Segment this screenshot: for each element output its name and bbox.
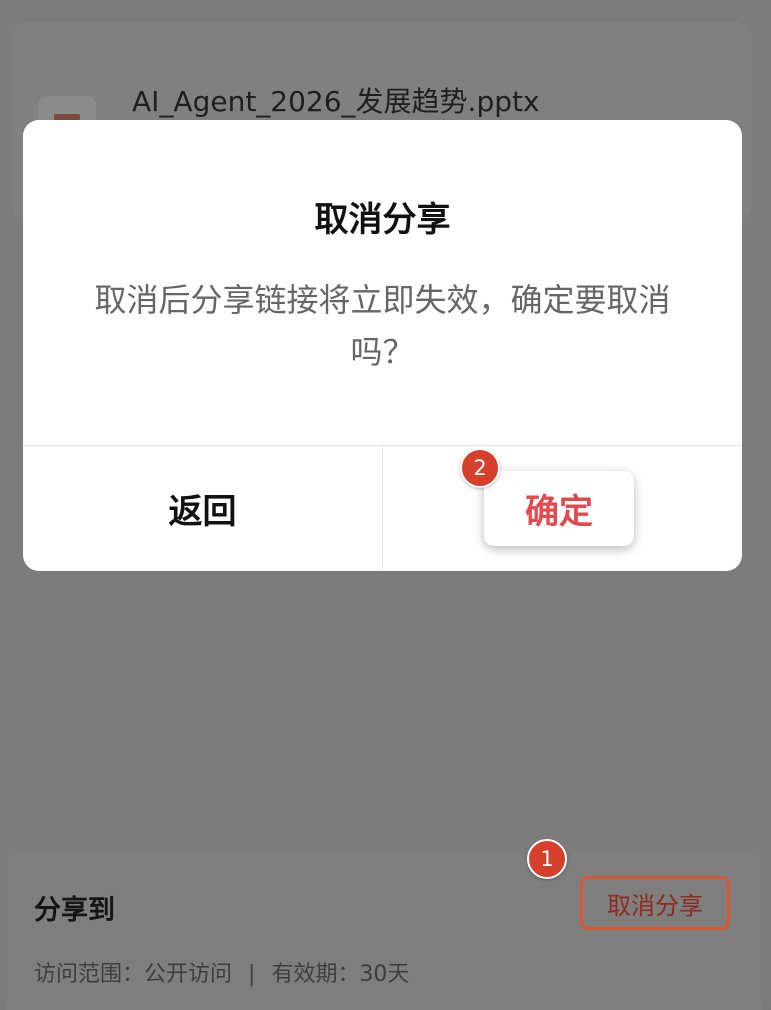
dialog-message: 取消后分享链接将立即失效，确定要取消吗？ <box>94 281 671 371</box>
share-to-title: 分享到 <box>34 895 115 926</box>
confirm-button[interactable]: 确定 <box>484 471 634 546</box>
dialog-divider-vertical <box>382 446 383 571</box>
dialog-title: 取消分享 <box>314 200 451 240</box>
share-panel: 分享到 取消分享 访问范围：公开访问 | 有效期：30天 <box>6 850 762 1010</box>
file-name: AI_Agent_2026_发展趋势.pptx <box>132 85 540 118</box>
cancel-share-dialog: 取消分享 取消后分享链接将立即失效，确定要取消吗？ 返回 确定 <box>23 120 742 571</box>
meta-separator: | <box>248 962 256 987</box>
back-button[interactable]: 返回 <box>23 446 382 571</box>
share-meta: 访问范围：公开访问 | 有效期：30天 <box>34 956 409 988</box>
step-badge-1: 1 <box>527 839 567 879</box>
cancel-share-button[interactable]: 取消分享 <box>580 876 730 930</box>
access-scope-text: 访问范围：公开访问 <box>34 962 233 987</box>
validity-text: 有效期：30天 <box>271 962 410 987</box>
step-badge-2: 2 <box>460 448 500 488</box>
